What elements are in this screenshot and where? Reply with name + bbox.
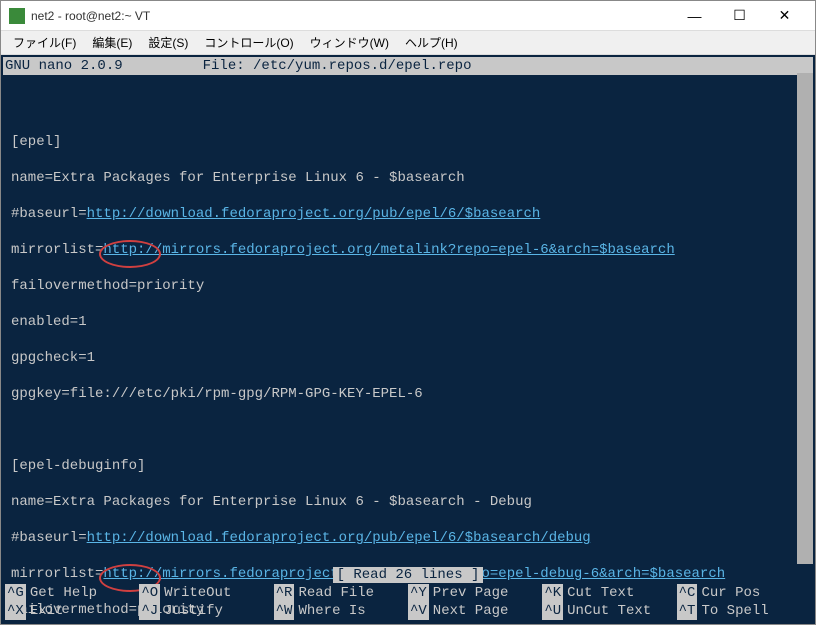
url-link: http://download.fedoraproject.org/pub/ep… bbox=[87, 530, 591, 546]
config-line: enabled=1 bbox=[11, 313, 813, 331]
nano-version: GNU nano 2.0.9 bbox=[5, 57, 203, 75]
shortcut-justify: ^JJustify bbox=[139, 602, 273, 620]
shortcut-writeout: ^OWriteOut bbox=[139, 584, 273, 602]
menu-settings[interactable]: 設定(S) bbox=[140, 30, 196, 55]
config-line: #baseurl=http://download.fedoraproject.o… bbox=[11, 205, 813, 223]
shortcut-cuttext: ^KCut Text bbox=[542, 584, 676, 602]
menu-bar: ファイル(F) 編集(E) 設定(S) コントロール(O) ウィンドウ(W) ヘ… bbox=[1, 31, 815, 55]
url-link-circled: http:// bbox=[103, 242, 162, 258]
scrollbar-thumb[interactable] bbox=[797, 73, 813, 564]
window-controls: — ☐ ✕ bbox=[672, 2, 807, 30]
config-line: name=Extra Packages for Enterprise Linux… bbox=[11, 493, 813, 511]
shortcut-curpos: ^CCur Pos bbox=[677, 584, 811, 602]
titlebar: net2 - root@net2:~ VT — ☐ ✕ bbox=[1, 1, 815, 31]
menu-help[interactable]: ヘルプ(H) bbox=[397, 30, 466, 55]
shortcut-whereis: ^WWhere Is bbox=[274, 602, 408, 620]
menu-window[interactable]: ウィンドウ(W) bbox=[302, 30, 397, 55]
config-line: gpgkey=file:///etc/pki/rpm-gpg/RPM-GPG-K… bbox=[11, 385, 813, 403]
url-link: mirrors.fedoraproject.org/metalink?repo=… bbox=[162, 242, 674, 258]
shortcut-exit: ^XExit bbox=[5, 602, 139, 620]
scrollbar[interactable] bbox=[797, 73, 813, 564]
url-link: http://download.fedoraproject.org/pub/ep… bbox=[87, 206, 541, 222]
shortcut-uncut: ^UUnCut Text bbox=[542, 602, 676, 620]
terminal-window: net2 - root@net2:~ VT — ☐ ✕ ファイル(F) 編集(E… bbox=[0, 0, 816, 625]
nano-header: GNU nano 2.0.9 File: /etc/yum.repos.d/ep… bbox=[3, 57, 813, 75]
shortcut-prevpage: ^YPrev Page bbox=[408, 584, 542, 602]
shortcut-readfile: ^RRead File bbox=[274, 584, 408, 602]
nano-footer: [ Read 26 lines ] ^GGet Help ^OWriteOut … bbox=[1, 566, 815, 624]
maximize-button[interactable]: ☐ bbox=[717, 2, 762, 30]
editor-content[interactable]: [epel] name=Extra Packages for Enterpris… bbox=[3, 75, 813, 624]
config-line: #baseurl=http://download.fedoraproject.o… bbox=[11, 529, 813, 547]
config-line: name=Extra Packages for Enterprise Linux… bbox=[11, 169, 813, 187]
shortcut-nextpage: ^VNext Page bbox=[408, 602, 542, 620]
shortcut-help: ^GGet Help bbox=[5, 584, 139, 602]
close-button[interactable]: ✕ bbox=[762, 2, 807, 30]
config-line: failovermethod=priority bbox=[11, 277, 813, 295]
app-icon bbox=[9, 8, 25, 24]
config-line: gpgcheck=1 bbox=[11, 349, 813, 367]
nano-shortcuts: ^GGet Help ^OWriteOut ^RRead File ^YPrev… bbox=[1, 584, 815, 624]
config-line: mirrorlist=http://mirrors.fedoraproject.… bbox=[11, 241, 813, 259]
menu-edit[interactable]: 編集(E) bbox=[84, 30, 140, 55]
config-line: [epel-debuginfo] bbox=[11, 457, 813, 475]
config-line: [epel] bbox=[11, 133, 813, 151]
nano-status: [ Read 26 lines ] bbox=[1, 566, 815, 584]
minimize-button[interactable]: — bbox=[672, 2, 717, 30]
shortcut-spell: ^TTo Spell bbox=[677, 602, 811, 620]
menu-control[interactable]: コントロール(O) bbox=[196, 30, 301, 55]
nano-filename: File: /etc/yum.repos.d/epel.repo bbox=[203, 57, 811, 75]
window-title: net2 - root@net2:~ VT bbox=[31, 9, 672, 23]
menu-file[interactable]: ファイル(F) bbox=[5, 30, 84, 55]
terminal-area[interactable]: GNU nano 2.0.9 File: /etc/yum.repos.d/ep… bbox=[1, 55, 815, 624]
